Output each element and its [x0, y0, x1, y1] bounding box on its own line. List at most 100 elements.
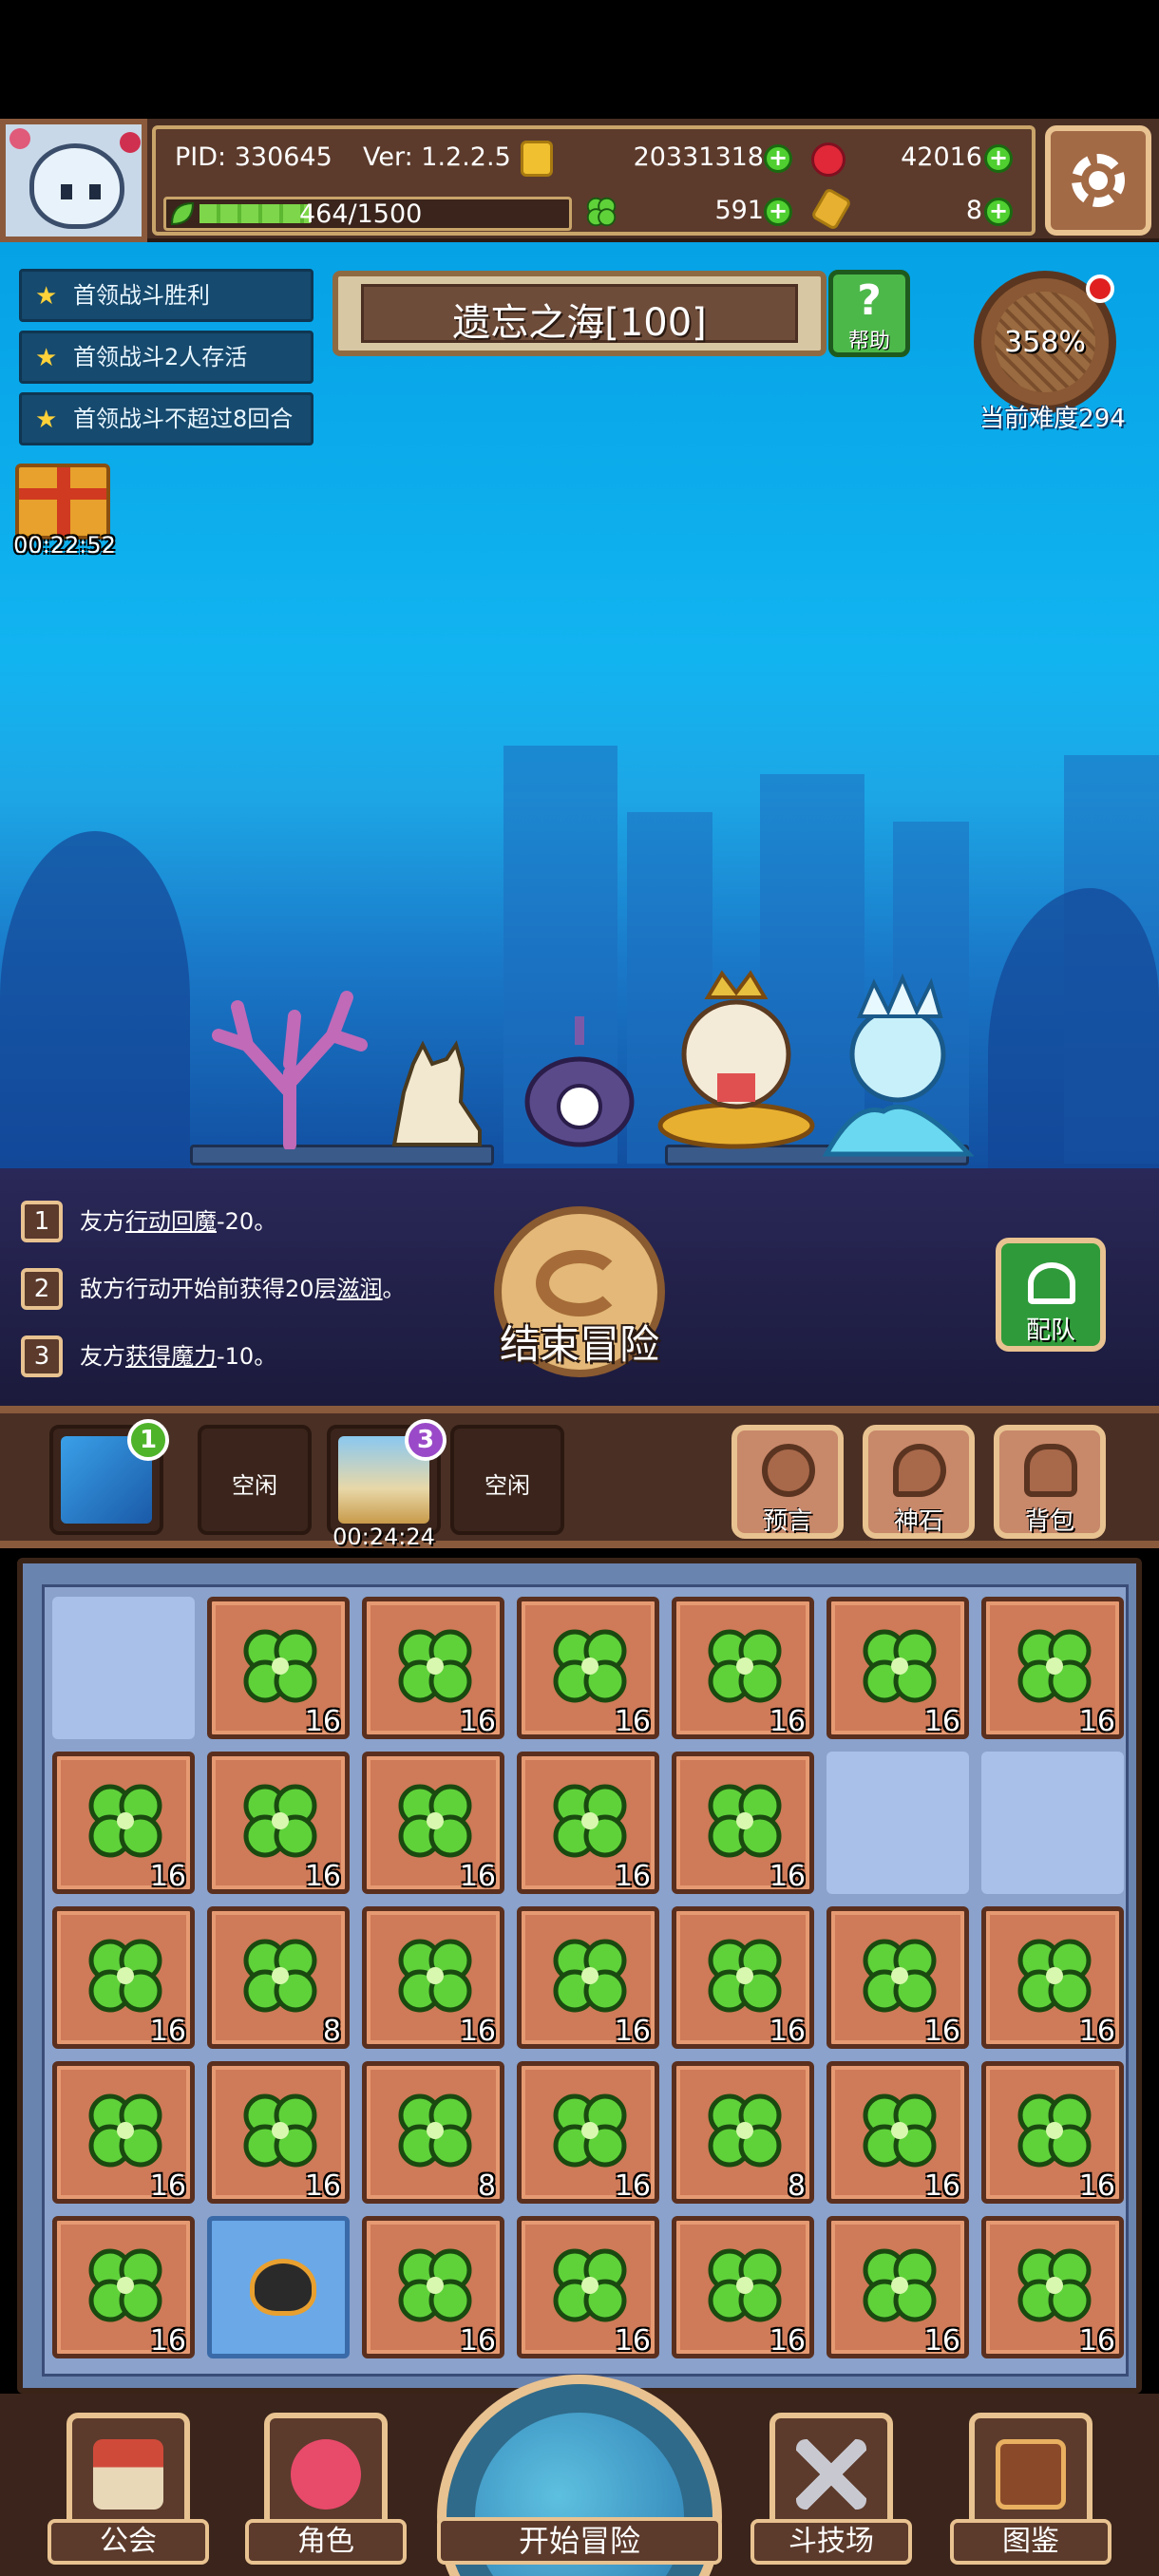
empty-inventory-slot[interactable] [981, 1752, 1124, 1894]
prophecy-button[interactable]: 预言 [732, 1425, 844, 1539]
item-quantity: 16 [149, 1860, 186, 1893]
settings-button[interactable] [1045, 125, 1151, 236]
gear-center [1089, 171, 1108, 190]
difficulty-label: 当前难度294 [979, 405, 1126, 433]
inventory-item-clover[interactable]: 16 [362, 2216, 504, 2358]
item-quantity: 16 [769, 2015, 806, 2048]
item-quantity: 16 [459, 1705, 496, 1738]
hotbar-slot[interactable]: 空闲 [198, 1425, 312, 1535]
inventory-item-clover[interactable]: 16 [672, 1752, 814, 1894]
nav-label: 角色 [245, 2519, 407, 2565]
clover-icon [398, 2093, 472, 2168]
item-quantity: 16 [149, 2015, 186, 2048]
cat-character[interactable] [375, 1035, 499, 1149]
nav-codex[interactable]: 图鉴 [950, 2413, 1112, 2565]
inventory-item-clover[interactable]: 16 [826, 2216, 969, 2358]
add-clover-button[interactable]: + [764, 198, 792, 226]
team-setup-button[interactable]: 配队 [996, 1238, 1106, 1352]
gem-amount: 42016 [901, 142, 982, 172]
help-button[interactable]: ? 帮助 [828, 270, 910, 357]
inventory-item-clover[interactable]: 16 [672, 1906, 814, 2049]
mermaid-character[interactable] [817, 969, 978, 1159]
coral-decoration [212, 991, 368, 1149]
princess-character[interactable] [656, 969, 817, 1149]
inventory-item-clover[interactable]: 16 [826, 1906, 969, 2049]
inventory-item-clover[interactable]: 16 [981, 2216, 1124, 2358]
add-key-button[interactable]: + [984, 198, 1013, 226]
difficulty-dial[interactable]: 358% [974, 271, 1116, 413]
quest-label: 首领战斗胜利 [73, 282, 210, 309]
nav-guild[interactable]: 公会 [48, 2413, 209, 2565]
inventory-item-clover[interactable]: 16 [52, 2061, 195, 2204]
clover-icon [708, 1939, 782, 2013]
add-gem-button[interactable]: + [984, 144, 1013, 173]
nav-character[interactable]: 角色 [245, 2413, 407, 2565]
backpack-icon [1024, 1444, 1077, 1497]
inventory-item-clover[interactable]: 8 [672, 2061, 814, 2204]
item-quantity: 16 [149, 2324, 186, 2358]
avatar-eye [61, 184, 72, 199]
clover-icon [586, 197, 617, 227]
inventory-item-clover[interactable]: 16 [517, 2061, 659, 2204]
inventory-item-clover[interactable]: 16 [52, 1752, 195, 1894]
gift-box-button[interactable] [15, 464, 110, 540]
inventory-item-clover[interactable]: 16 [207, 1597, 350, 1739]
inventory-item-clover[interactable]: 16 [672, 2216, 814, 2358]
inventory-item-clover[interactable]: 16 [52, 2216, 195, 2358]
clover-icon [88, 2248, 162, 2322]
inventory-item-clover[interactable]: 16 [362, 1752, 504, 1894]
hotbar-slot[interactable]: 1 [49, 1419, 169, 1535]
clover-icon [398, 1629, 472, 1703]
inventory-item-clover[interactable]: 16 [207, 2061, 350, 2204]
clover-icon [398, 2248, 472, 2322]
inventory-item-clover[interactable]: 8 [362, 2061, 504, 2204]
effect-text: -20。 [217, 1208, 277, 1235]
effect-text: 友方 [80, 1343, 125, 1370]
item-quantity: 16 [923, 1705, 960, 1738]
clover-icon [863, 1939, 937, 2013]
guild-house-icon [93, 2439, 163, 2510]
inventory-item-clover[interactable]: 16 [981, 1597, 1124, 1739]
inventory-item-clover[interactable]: 16 [517, 1752, 659, 1894]
hotbar-slot[interactable]: 3 00:24:24 [327, 1419, 446, 1550]
inventory-item-clover[interactable]: 16 [981, 1906, 1124, 2049]
inventory-item-spider[interactable] [207, 2216, 350, 2358]
player-avatar[interactable] [0, 119, 147, 242]
item-quantity: 16 [769, 1860, 806, 1893]
inventory-item-clover[interactable]: 16 [672, 1597, 814, 1739]
flower-decoration [10, 128, 30, 149]
empty-inventory-slot[interactable] [52, 1597, 195, 1739]
inventory-item-clover[interactable]: 16 [517, 1906, 659, 2049]
nav-arena[interactable]: 斗技场 [750, 2413, 912, 2565]
empty-inventory-slot[interactable] [826, 1752, 969, 1894]
effect-text: -10。 [217, 1343, 277, 1370]
backpack-button[interactable]: 背包 [994, 1425, 1106, 1539]
inventory-item-clover[interactable]: 16 [517, 1597, 659, 1739]
inventory-item-clover[interactable]: 16 [517, 2216, 659, 2358]
god-stone-button[interactable]: 神石 [863, 1425, 975, 1539]
effect-keyword-link[interactable]: 滋润 [337, 1276, 383, 1302]
notification-dot [1086, 275, 1114, 303]
inventory-item-clover[interactable]: 16 [362, 1906, 504, 2049]
quest-label: 首领战斗不超过8回合 [73, 406, 294, 432]
gift-timer: 00:22:52 [13, 532, 116, 559]
inventory-item-clover[interactable]: 16 [52, 1906, 195, 2049]
inventory-item-clover[interactable]: 16 [207, 1752, 350, 1894]
inventory-item-clover[interactable]: 16 [362, 1597, 504, 1739]
effect-keyword-link[interactable]: 获得魔力 [125, 1343, 217, 1370]
item-quantity: 16 [1078, 2324, 1115, 2358]
effect-keyword-link[interactable]: 行动回魔 [125, 1208, 217, 1235]
inventory-item-clover[interactable]: 16 [826, 1597, 969, 1739]
nav-label: 图鉴 [950, 2519, 1112, 2565]
inventory-item-clover[interactable]: 16 [826, 2061, 969, 2204]
backpack-label: 背包 [1024, 1507, 1074, 1536]
add-gold-button[interactable]: + [764, 144, 792, 173]
inventory-item-clover[interactable]: 8 [207, 1906, 350, 2049]
end-adventure-label: 结束冒险 [499, 1321, 659, 1368]
inventory-item-clover[interactable]: 16 [981, 2061, 1124, 2204]
end-adventure-button[interactable]: 结束冒险 [494, 1206, 665, 1377]
hotbar-slot[interactable]: 空闲 [450, 1425, 564, 1535]
pearl-shell-character[interactable] [518, 1012, 641, 1154]
start-adventure-button[interactable]: 开始冒险 [437, 2375, 722, 2576]
status-bar-background [0, 0, 1159, 119]
